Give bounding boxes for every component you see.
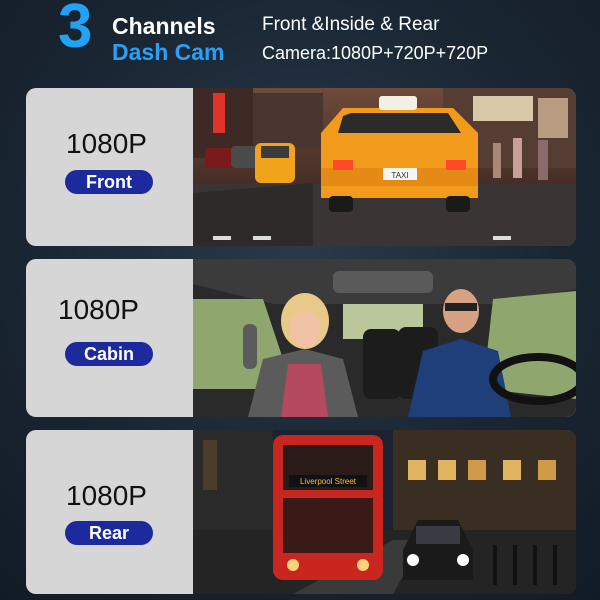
header: 3 Channels Dash Cam Front &Inside & Rear… <box>0 0 600 80</box>
front-camera-panel: 1080P Front TAXI <box>26 88 576 246</box>
title-line1: Channels <box>112 13 216 39</box>
front-resolution: 1080P <box>66 128 147 159</box>
taxi-plate: TAXI <box>391 171 408 180</box>
bus-destination-sign: Liverpool Street <box>300 477 357 486</box>
front-label-pill: Front <box>65 170 153 194</box>
subtitle-line1: Front &Inside & Rear <box>262 14 440 35</box>
subtitle-line2: Camera:1080P+720P+720P <box>262 43 489 63</box>
cabin-resolution: 1080P <box>58 294 139 325</box>
front-camera-photo: TAXI <box>193 88 576 246</box>
title-line2: Dash Cam <box>112 39 225 65</box>
cabin-camera-panel: 1080P Cabin <box>26 259 576 417</box>
rear-resolution: 1080P <box>66 480 147 511</box>
rear-label-pill: Rear <box>65 521 153 545</box>
cabin-camera-photo <box>193 259 576 417</box>
channel-count: 3 <box>58 0 93 61</box>
cabin-label-pill: Cabin <box>65 342 153 366</box>
rear-camera-photo: Liverpool Street <box>193 430 576 594</box>
rear-camera-panel: 1080P Rear Liverpool Street <box>26 430 576 594</box>
